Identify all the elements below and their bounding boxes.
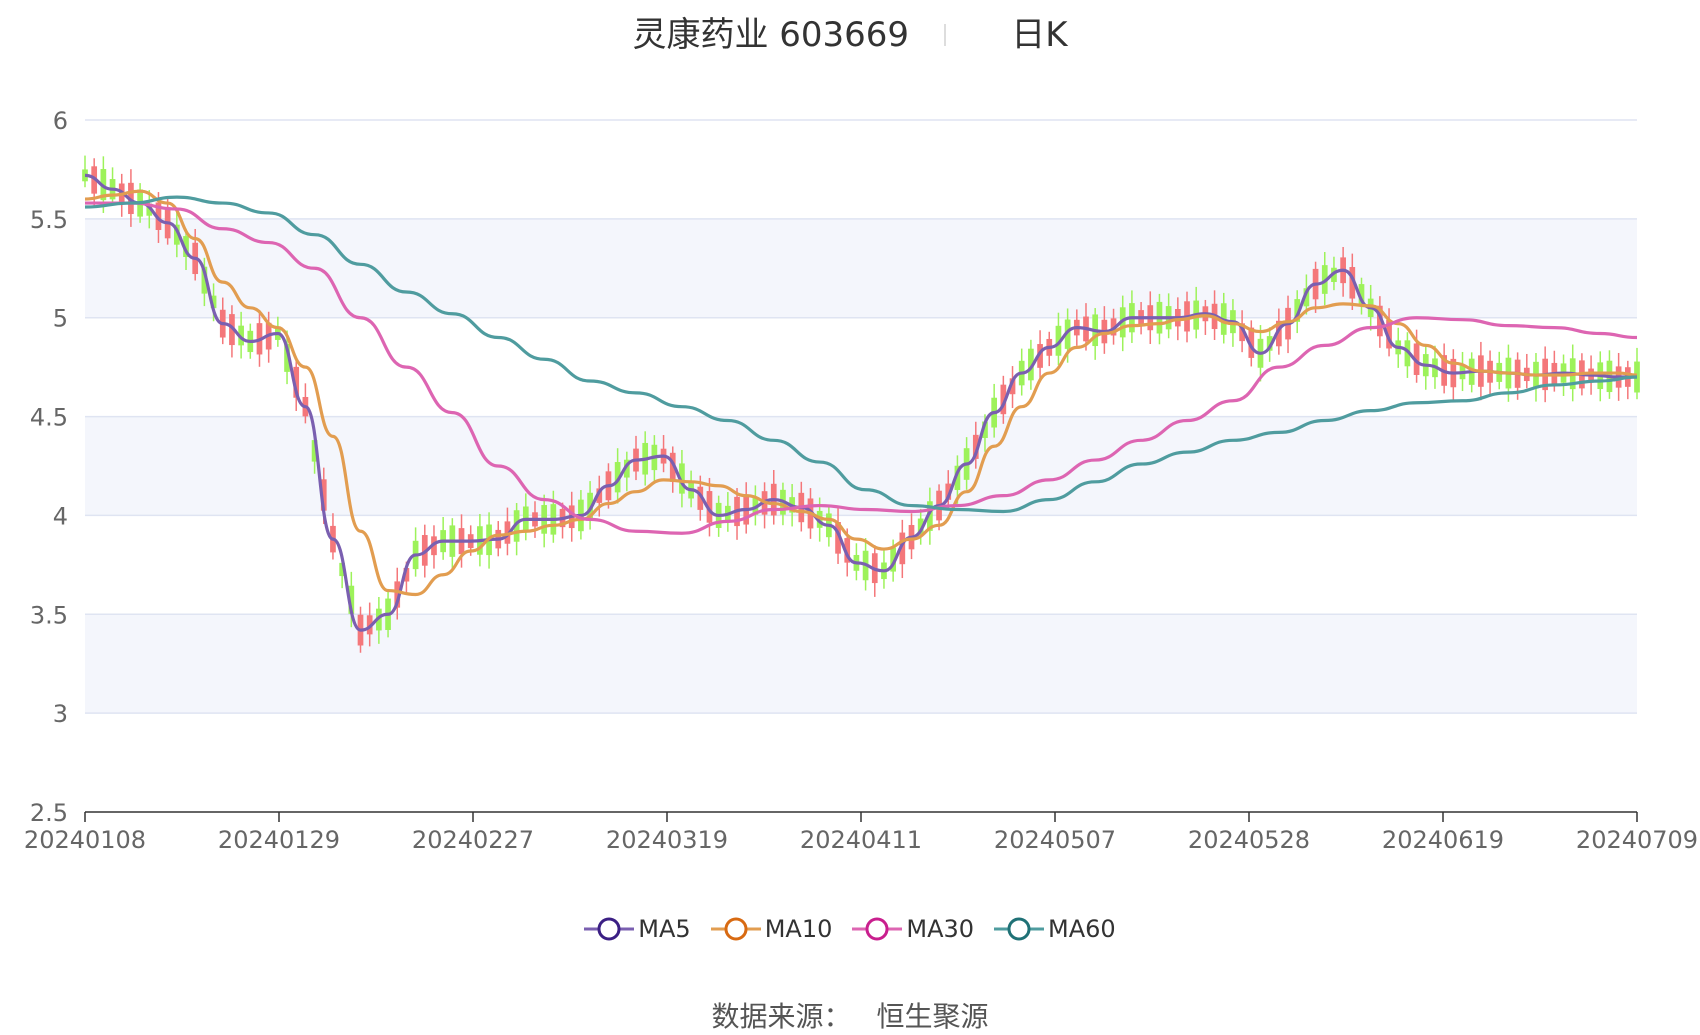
y-tick-label: 5	[53, 305, 68, 333]
legend-label: MA30	[906, 915, 975, 943]
legend-marker-icon	[852, 917, 903, 941]
legend-item-ma60[interactable]: MA60	[994, 915, 1116, 943]
y-tick-label: 2.5	[30, 799, 68, 827]
plot-band	[85, 614, 1637, 714]
y-tick-label: 6	[53, 107, 68, 135]
x-tick-label: 20240129	[218, 826, 340, 854]
legend-label: MA5	[638, 915, 691, 943]
x-tick-label: 20240528	[1188, 826, 1310, 854]
y-tick-label: 4	[53, 502, 68, 530]
x-tick-label: 20240227	[412, 826, 534, 854]
legend-item-ma30[interactable]: MA30	[852, 915, 974, 943]
x-tick-label: 20240619	[1382, 826, 1504, 854]
legend-marker-icon	[584, 917, 635, 941]
legend-label: MA10	[764, 915, 833, 943]
y-tick-label: 5.5	[30, 206, 68, 234]
legend-item-ma10[interactable]: MA10	[710, 915, 833, 943]
x-tick-label: 20240507	[994, 826, 1116, 854]
data-source-value: 恒生聚源	[876, 1000, 989, 1033]
legend-marker-icon	[710, 917, 761, 941]
x-tick-label: 20240108	[24, 826, 146, 854]
legend: MA5 MA10 MA30 MA60	[0, 915, 1700, 943]
y-tick-label: 4.5	[30, 404, 68, 432]
y-tick-label: 3	[53, 700, 68, 728]
y-tick-label: 3.5	[30, 601, 68, 629]
legend-item-ma5[interactable]: MA5	[584, 915, 691, 943]
x-tick-label: 20240319	[606, 826, 728, 854]
data-source: 数据来源： 恒生聚源	[0, 995, 1700, 1035]
legend-label: MA60	[1048, 915, 1116, 943]
x-tick-label: 20240709	[1576, 826, 1698, 854]
x-tick-label: 20240411	[800, 826, 922, 854]
kline-chart: 2.5 3 3.5 4 4.5 5 5.5 6 20240108 20240129 20240227…	[24, 107, 1698, 854]
legend-marker-icon	[994, 917, 1045, 941]
data-source-label: 数据来源：	[711, 1000, 852, 1033]
